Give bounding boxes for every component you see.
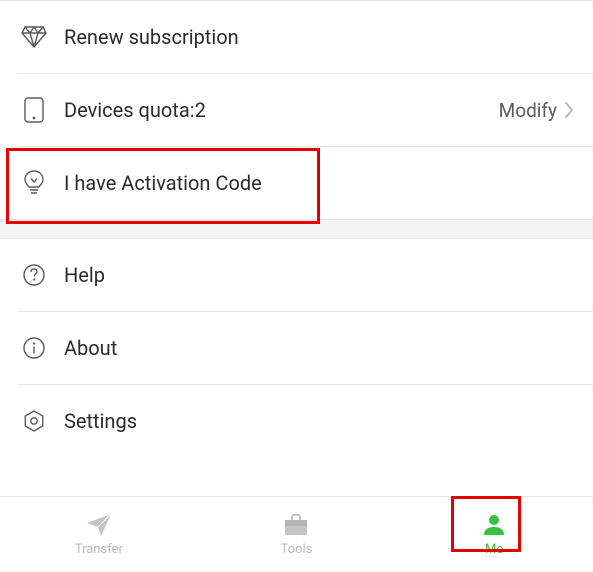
row-label: About	[64, 336, 575, 360]
row-label: Renew subscription	[64, 25, 575, 49]
row-label: Settings	[64, 409, 575, 433]
settings-icon	[18, 409, 50, 433]
info-icon	[18, 336, 50, 360]
help-icon	[18, 263, 50, 287]
tab-transfer[interactable]: Transfer	[39, 505, 159, 565]
tab-label: Me	[485, 542, 503, 557]
person-icon	[482, 512, 506, 538]
row-activation-code[interactable]: I have Activation Code	[0, 147, 593, 219]
tab-me[interactable]: Me	[434, 505, 554, 565]
row-about[interactable]: About	[0, 312, 593, 384]
row-help[interactable]: Help	[0, 239, 593, 311]
tab-label: Transfer	[75, 542, 123, 557]
modify-label: Modify	[499, 99, 557, 122]
tab-bar: Transfer Tools Me	[0, 496, 593, 572]
send-icon	[86, 512, 112, 538]
tab-tools[interactable]: Tools	[236, 505, 356, 565]
row-devices-quota[interactable]: Devices quota:2 Modify	[0, 74, 593, 146]
section-gap	[0, 219, 593, 239]
row-settings[interactable]: Settings	[0, 385, 593, 457]
row-label: Devices quota:2	[64, 98, 499, 122]
tab-label: Tools	[281, 542, 313, 557]
row-renew-subscription[interactable]: Renew subscription	[0, 1, 593, 73]
row-label: Help	[64, 263, 575, 287]
device-icon	[18, 97, 50, 123]
lightbulb-icon	[18, 170, 50, 196]
devices-quota-modify[interactable]: Modify	[499, 99, 575, 122]
row-label: I have Activation Code	[64, 171, 575, 195]
briefcase-icon	[283, 512, 309, 538]
chevron-right-icon	[563, 100, 575, 120]
diamond-icon	[18, 26, 50, 48]
